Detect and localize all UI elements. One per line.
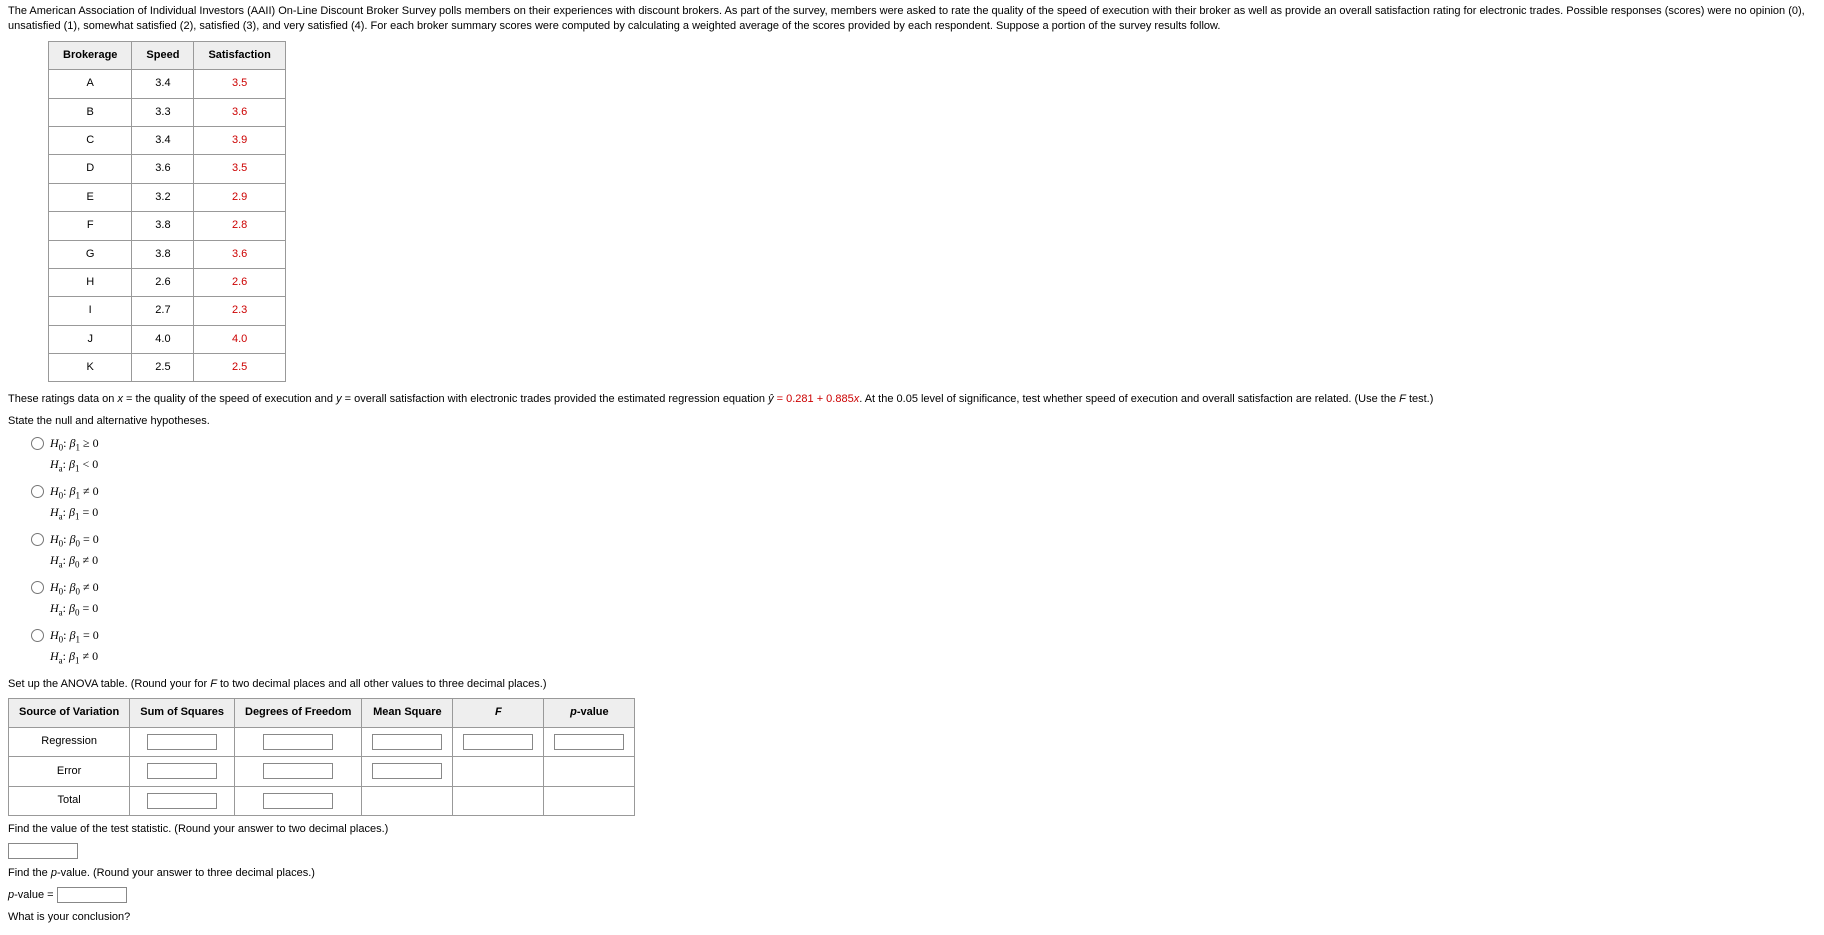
hypothesis-text: H0: β1 ≥ 0Ha: β1 < 0 bbox=[50, 435, 99, 475]
cell-speed: 3.3 bbox=[132, 98, 194, 126]
table-row: K2.52.5 bbox=[49, 354, 286, 382]
anova-reg-ss-input[interactable] bbox=[147, 734, 217, 750]
anova-err-df-input[interactable] bbox=[263, 763, 333, 779]
cell-satisfaction: 3.5 bbox=[194, 70, 285, 98]
hypothesis-option: H0: β1 = 0Ha: β1 ≠ 0 bbox=[26, 627, 1816, 667]
table-header-row: Brokerage Speed Satisfaction bbox=[49, 41, 286, 69]
cell-speed: 2.7 bbox=[132, 297, 194, 325]
hypothesis-text: H0: β1 = 0Ha: β1 ≠ 0 bbox=[50, 627, 99, 667]
cell-satisfaction: 3.5 bbox=[194, 155, 285, 183]
hypothesis-text: H0: β0 ≠ 0Ha: β0 = 0 bbox=[50, 579, 99, 619]
hypothesis-radio[interactable] bbox=[31, 485, 44, 498]
anova-prompt: Set up the ANOVA table. (Round your for … bbox=[8, 677, 1816, 692]
anova-reg-ms-input[interactable] bbox=[372, 734, 442, 750]
anova-h-ms: Mean Square bbox=[362, 699, 453, 727]
find-pvalue-prompt: Find the p-value. (Round your answer to … bbox=[8, 866, 1816, 881]
hypothesis-radio[interactable] bbox=[31, 629, 44, 642]
hypothesis-options: H0: β1 ≥ 0Ha: β1 < 0 H0: β1 ≠ 0Ha: β1 = 0… bbox=[26, 435, 1816, 667]
hypothesis-radio[interactable] bbox=[31, 581, 44, 594]
cell-speed: 3.4 bbox=[132, 126, 194, 154]
cell-brokerage: H bbox=[49, 268, 132, 296]
anova-table: Source of Variation Sum of Squares Degre… bbox=[8, 698, 635, 816]
cell-satisfaction: 2.9 bbox=[194, 183, 285, 211]
anova-tot-ss-input[interactable] bbox=[147, 793, 217, 809]
cell-satisfaction: 2.5 bbox=[194, 354, 285, 382]
table-row: A3.43.5 bbox=[49, 70, 286, 98]
table-row: H2.62.6 bbox=[49, 268, 286, 296]
anova-h-f: F bbox=[453, 699, 544, 727]
cell-brokerage: K bbox=[49, 354, 132, 382]
cell-speed: 3.8 bbox=[132, 212, 194, 240]
cell-brokerage: J bbox=[49, 325, 132, 353]
conclusion-prompt: What is your conclusion? bbox=[8, 910, 1816, 925]
pvalue-row: p-value = bbox=[8, 887, 1816, 903]
hypothesis-radio[interactable] bbox=[31, 533, 44, 546]
anova-err-ss-input[interactable] bbox=[147, 763, 217, 779]
cell-speed: 4.0 bbox=[132, 325, 194, 353]
regression-sentence: These ratings data on x = the quality of… bbox=[8, 392, 1816, 407]
table-row: I2.72.3 bbox=[49, 297, 286, 325]
anova-label-error: Error bbox=[9, 757, 130, 786]
state-hypotheses-prompt: State the null and alternative hypothese… bbox=[8, 414, 1816, 429]
problem-intro: The American Association of Individual I… bbox=[8, 4, 1816, 35]
data-table: Brokerage Speed Satisfaction A3.43.5B3.3… bbox=[48, 41, 286, 383]
table-row: C3.43.9 bbox=[49, 126, 286, 154]
table-row: G3.83.6 bbox=[49, 240, 286, 268]
cell-brokerage: B bbox=[49, 98, 132, 126]
table-row: D3.63.5 bbox=[49, 155, 286, 183]
table-row: F3.82.8 bbox=[49, 212, 286, 240]
anova-reg-p-input[interactable] bbox=[554, 734, 624, 750]
cell-satisfaction: 3.6 bbox=[194, 98, 285, 126]
hypothesis-option: H0: β0 = 0Ha: β0 ≠ 0 bbox=[26, 531, 1816, 571]
col-satisfaction: Satisfaction bbox=[194, 41, 285, 69]
anova-tot-df-input[interactable] bbox=[263, 793, 333, 809]
anova-h-ss: Sum of Squares bbox=[130, 699, 235, 727]
cell-satisfaction: 4.0 bbox=[194, 325, 285, 353]
anova-err-ms-input[interactable] bbox=[372, 763, 442, 779]
cell-brokerage: G bbox=[49, 240, 132, 268]
anova-reg-df-input[interactable] bbox=[263, 734, 333, 750]
cell-speed: 2.5 bbox=[132, 354, 194, 382]
cell-speed: 2.6 bbox=[132, 268, 194, 296]
hypothesis-text: H0: β1 ≠ 0Ha: β1 = 0 bbox=[50, 483, 99, 523]
anova-header-row: Source of Variation Sum of Squares Degre… bbox=[9, 699, 635, 727]
anova-row-total: Total bbox=[9, 786, 635, 815]
cell-brokerage: C bbox=[49, 126, 132, 154]
table-row: E3.22.9 bbox=[49, 183, 286, 211]
hypothesis-option: H0: β0 ≠ 0Ha: β0 = 0 bbox=[26, 579, 1816, 619]
anova-h-source: Source of Variation bbox=[9, 699, 130, 727]
table-row: J4.04.0 bbox=[49, 325, 286, 353]
anova-label-total: Total bbox=[9, 786, 130, 815]
cell-brokerage: A bbox=[49, 70, 132, 98]
col-brokerage: Brokerage bbox=[49, 41, 132, 69]
cell-satisfaction: 3.6 bbox=[194, 240, 285, 268]
cell-speed: 3.8 bbox=[132, 240, 194, 268]
cell-speed: 3.6 bbox=[132, 155, 194, 183]
col-speed: Speed bbox=[132, 41, 194, 69]
cell-brokerage: E bbox=[49, 183, 132, 211]
anova-reg-f-input[interactable] bbox=[463, 734, 533, 750]
anova-h-df: Degrees of Freedom bbox=[235, 699, 362, 727]
cell-speed: 3.2 bbox=[132, 183, 194, 211]
hypothesis-option: H0: β1 ≠ 0Ha: β1 = 0 bbox=[26, 483, 1816, 523]
cell-brokerage: D bbox=[49, 155, 132, 183]
hypothesis-radio[interactable] bbox=[31, 437, 44, 450]
test-statistic-input[interactable] bbox=[8, 843, 78, 859]
pvalue-input[interactable] bbox=[57, 887, 127, 903]
cell-satisfaction: 2.8 bbox=[194, 212, 285, 240]
anova-row-error: Error bbox=[9, 757, 635, 786]
table-row: B3.33.6 bbox=[49, 98, 286, 126]
cell-speed: 3.4 bbox=[132, 70, 194, 98]
anova-row-regression: Regression bbox=[9, 727, 635, 756]
cell-brokerage: I bbox=[49, 297, 132, 325]
find-test-stat-prompt: Find the value of the test statistic. (R… bbox=[8, 822, 1816, 837]
cell-satisfaction: 3.9 bbox=[194, 126, 285, 154]
anova-label-regression: Regression bbox=[9, 727, 130, 756]
cell-satisfaction: 2.6 bbox=[194, 268, 285, 296]
cell-brokerage: F bbox=[49, 212, 132, 240]
hypothesis-option: H0: β1 ≥ 0Ha: β1 < 0 bbox=[26, 435, 1816, 475]
cell-satisfaction: 2.3 bbox=[194, 297, 285, 325]
anova-h-p: p-value bbox=[544, 699, 635, 727]
hypothesis-text: H0: β0 = 0Ha: β0 ≠ 0 bbox=[50, 531, 99, 571]
